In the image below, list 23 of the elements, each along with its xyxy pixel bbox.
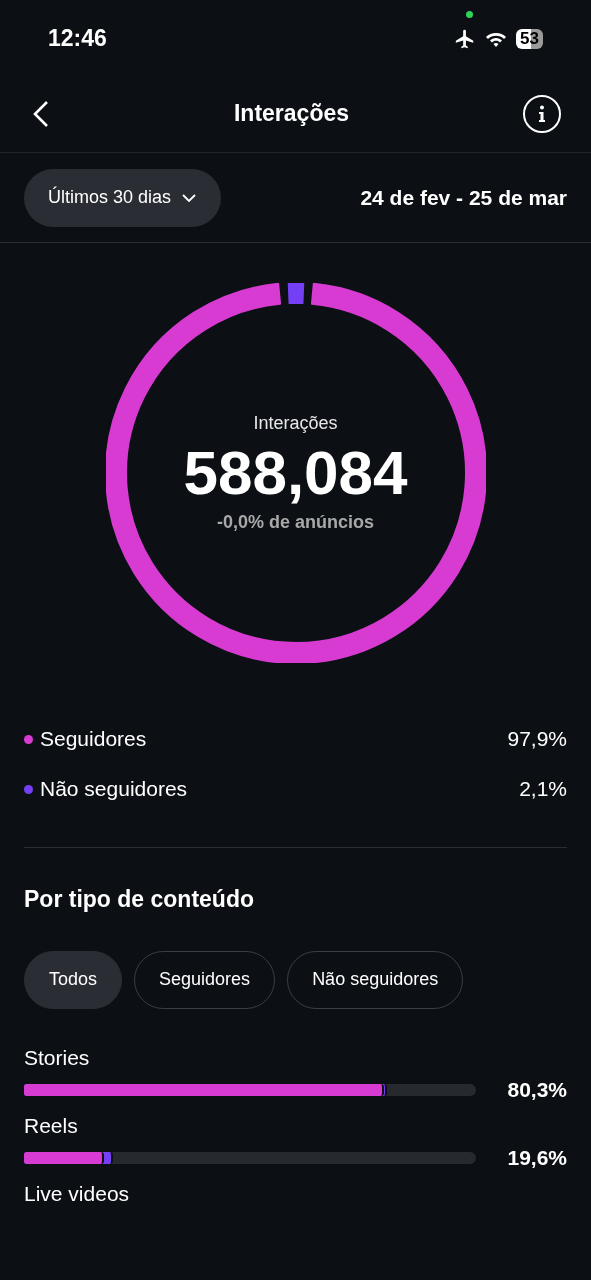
content-type-label: Stories xyxy=(24,1044,91,1071)
chevron-down-icon xyxy=(181,192,198,203)
info-icon xyxy=(538,104,546,123)
content-type-label: Live videos xyxy=(24,1180,131,1207)
battery-level: 53 xyxy=(516,28,543,49)
info-button[interactable] xyxy=(523,94,561,133)
content-type-label: Reels xyxy=(24,1112,79,1139)
page-title: Interações xyxy=(233,99,350,129)
status-time: 12:46 xyxy=(48,24,107,54)
chart-label: Interações xyxy=(253,412,338,435)
date-range: 24 de fev - 25 de mar xyxy=(360,184,567,211)
legend-value: 2,1% xyxy=(519,776,567,803)
legend-value: 97,9% xyxy=(507,726,567,753)
percent-value: 80,3% xyxy=(507,1076,567,1103)
total-value: 588,084 xyxy=(183,437,408,509)
percent-value: 19,6% xyxy=(507,1144,567,1171)
filter-tab[interactable]: Todos xyxy=(24,950,123,1009)
camera-indicator-icon xyxy=(466,11,473,18)
section-title: Por tipo de conteúdo xyxy=(24,886,254,912)
legend-label: Não seguidores xyxy=(40,776,188,803)
legend-label: Seguidores xyxy=(40,726,147,753)
period-dropdown[interactable]: Últimos 30 dias xyxy=(24,168,222,227)
ads-note: -0,0% de anúncios xyxy=(216,511,374,534)
